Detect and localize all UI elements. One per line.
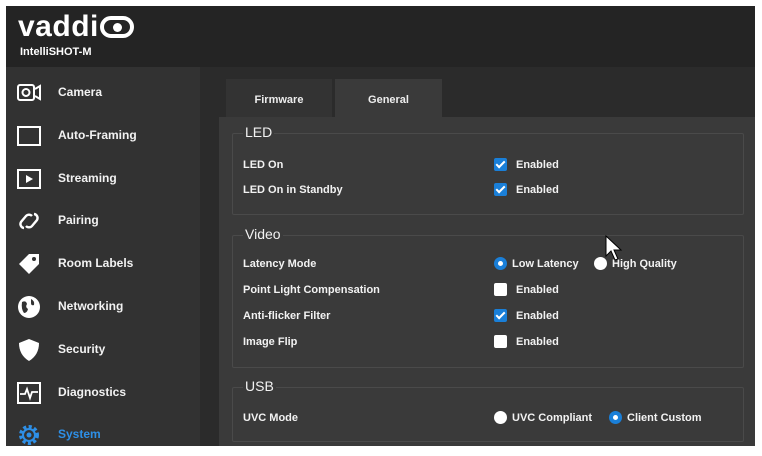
sidebar-item-system[interactable]: System <box>6 414 200 456</box>
row-label: Image Flip <box>243 336 298 348</box>
group-title: USB <box>243 378 276 394</box>
option-label: Enabled <box>516 336 559 348</box>
sidebar-item-label: Networking <box>58 299 124 313</box>
link-icon <box>19 212 39 230</box>
radio-selected[interactable] <box>609 411 622 424</box>
sidebar-item-camera[interactable]: Camera <box>6 72 200 114</box>
checkbox-checked[interactable] <box>494 183 507 196</box>
model-name: IntelliSHOT-M <box>20 46 92 58</box>
option-label: UVC Compliant <box>512 412 593 424</box>
checkbox-unchecked[interactable] <box>494 283 507 296</box>
sidebar-item-label: Pairing <box>58 213 99 227</box>
row-label: Anti-flicker Filter <box>243 310 331 322</box>
vaddio-logo: vaddi <box>18 10 134 44</box>
sidebar: Camera Auto-Framing Streaming Pairing Ro… <box>6 67 200 446</box>
group-title: Video <box>243 226 283 242</box>
led-group: LED LED On Enabled LED On in Standby Ena… <box>232 124 744 215</box>
group-title: LED <box>243 124 275 140</box>
video-group: Video Latency Mode Low Latency High Qual… <box>232 226 744 368</box>
anti-flicker-row: Anti-flicker Filter Enabled <box>243 307 743 327</box>
play-icon <box>17 169 41 189</box>
radio-selected[interactable] <box>494 257 507 270</box>
uvc-mode-row: UVC Mode UVC Compliant Client Custom <box>243 409 743 429</box>
option-label: Enabled <box>516 310 559 322</box>
row-label: LED On in Standby <box>243 184 343 196</box>
app-window: vaddi IntelliSHOT-M Camera Auto-Framing … <box>6 6 755 446</box>
tab-firmware[interactable]: Firmware <box>226 79 332 117</box>
checkbox-checked[interactable] <box>494 158 507 171</box>
tab-label: Firmware <box>254 94 304 106</box>
led-on-row: LED On Enabled <box>243 156 743 176</box>
sidebar-item-label: Security <box>58 342 106 356</box>
sidebar-item-label: Diagnostics <box>58 385 127 399</box>
usb-group: USB UVC Mode UVC Compliant Client Custom <box>232 378 744 442</box>
main-content: Firmware General LED LED On Enabled LED … <box>212 67 755 446</box>
row-label: UVC Mode <box>243 412 298 424</box>
pulse-icon <box>17 382 41 404</box>
row-label: Latency Mode <box>243 258 317 270</box>
checkbox-checked[interactable] <box>494 309 507 322</box>
sidebar-item-pairing[interactable]: Pairing <box>6 200 200 242</box>
sidebar-item-label: Auto-Framing <box>58 128 137 142</box>
sidebar-item-label: Room Labels <box>58 256 134 270</box>
globe-icon <box>18 296 40 318</box>
option-label: Client Custom <box>627 412 702 424</box>
sidebar-item-networking[interactable]: Networking <box>6 286 200 328</box>
header-bar: vaddi IntelliSHOT-M <box>6 6 755 67</box>
gear-icon <box>19 425 39 445</box>
tag-icon <box>19 254 39 274</box>
row-label: Point Light Compensation <box>243 284 380 296</box>
sidebar-item-auto-framing[interactable]: Auto-Framing <box>6 115 200 157</box>
sidebar-item-diagnostics[interactable]: Diagnostics <box>6 372 200 414</box>
latency-mode-row: Latency Mode Low Latency High Quality <box>243 255 743 275</box>
frame-icon <box>17 126 41 146</box>
camera-icon <box>17 84 41 101</box>
general-panel: LED LED On Enabled LED On in Standby Ena… <box>219 117 755 446</box>
option-label: Enabled <box>516 159 559 171</box>
option-label: Enabled <box>516 284 559 296</box>
option-label: Low Latency <box>512 258 579 270</box>
row-label: LED On <box>243 159 284 171</box>
tab-label: General <box>368 94 409 106</box>
image-flip-row: Image Flip Enabled <box>243 333 743 353</box>
radio-unselected[interactable] <box>494 411 507 424</box>
tab-general[interactable]: General <box>335 79 442 117</box>
sidebar-item-room-labels[interactable]: Room Labels <box>6 243 200 285</box>
sidebar-item-label: System <box>58 427 101 441</box>
sidebar-item-label: Camera <box>58 85 103 99</box>
sidebar-item-security[interactable]: Security <box>6 329 200 371</box>
checkbox-unchecked[interactable] <box>494 335 507 348</box>
sidebar-item-streaming[interactable]: Streaming <box>6 158 200 200</box>
sidebar-item-label: Streaming <box>58 171 117 185</box>
shield-icon <box>19 339 39 361</box>
point-light-row: Point Light Compensation Enabled <box>243 281 743 301</box>
led-standby-row: LED On in Standby Enabled <box>243 181 743 201</box>
mouse-pointer-icon <box>605 235 623 261</box>
option-label: Enabled <box>516 184 559 196</box>
